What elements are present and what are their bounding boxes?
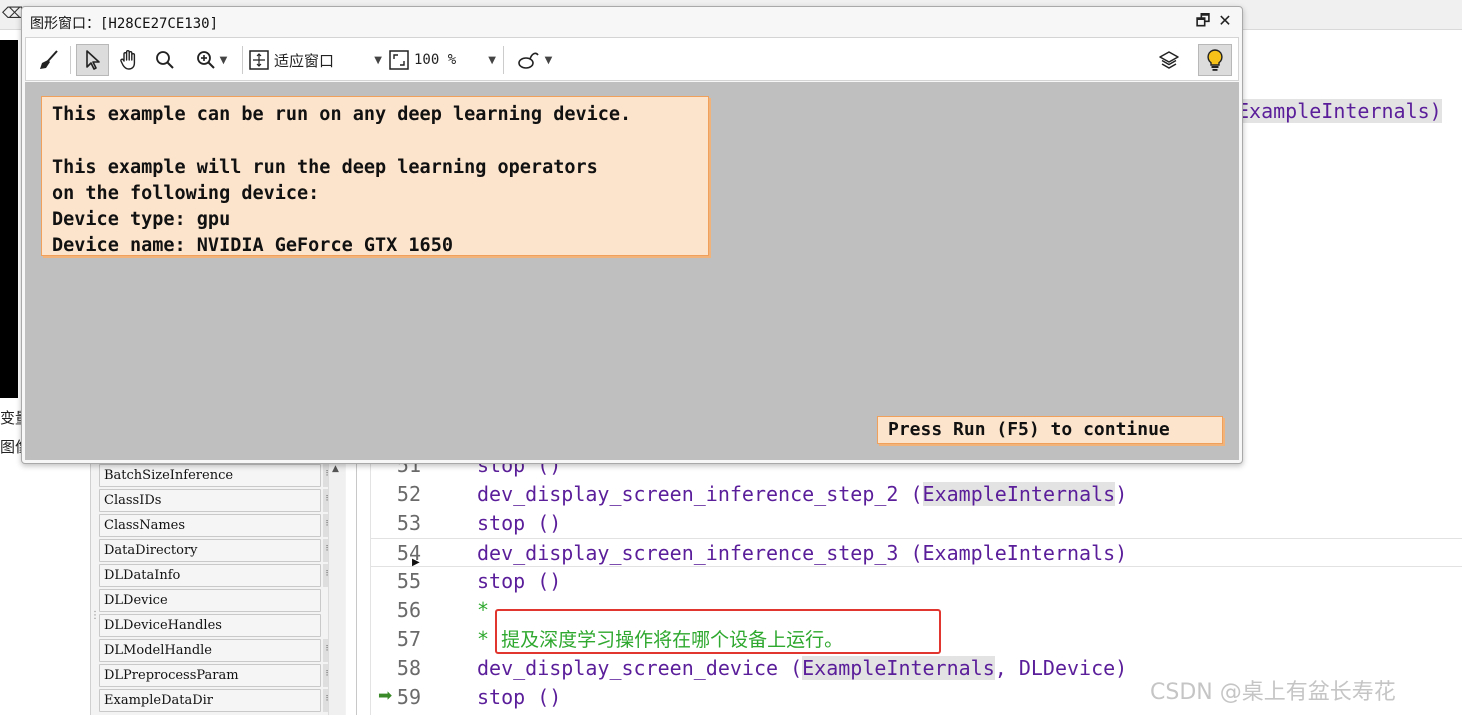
zoom-dropdown-button[interactable]: ▼ [186, 44, 236, 76]
continue-prompt: Press Run (F5) to continue [877, 416, 1223, 444]
code-partial-line: ExampleInternals) [1237, 99, 1442, 123]
toolbar-separator [503, 46, 504, 74]
code-line[interactable]: 52 dev_display_screen_inference_step_2 (E… [371, 480, 1462, 509]
variables-tab-label[interactable]: 变量 [0, 408, 22, 428]
variable-row[interactable]: DLDevice [99, 589, 321, 612]
message-line: Device type: gpu [52, 209, 231, 231]
line-number: 52 [396, 482, 421, 506]
magnify-button[interactable] [150, 44, 180, 76]
device-info-message: This example can be run on any deep lear… [41, 96, 709, 256]
layers-icon [1159, 51, 1179, 69]
select-pointer-button[interactable] [76, 44, 109, 76]
graphics-toolbar: ▼ 适应窗口 ▼ 100 % ▼ ▼ [25, 37, 1239, 81]
code-statement: dev_display_screen_device (ExampleIntern… [477, 654, 1127, 683]
pan-hand-button[interactable] [114, 44, 144, 76]
variable-row[interactable]: DLDataInfo [99, 564, 321, 587]
line-number: 55 [396, 569, 421, 593]
graphics-window: 图形窗口：[H28CE27CE130] 🗗 ✕ ▼ 适应窗口 ▼ 100 % ▼… [21, 6, 1243, 464]
highlighted-variable: ExampleInternals [802, 656, 995, 680]
graphics-canvas[interactable]: This example can be run on any deep lear… [25, 82, 1239, 460]
variable-row[interactable]: DataDirectory [99, 539, 321, 562]
zoom-level-dropdown[interactable]: 100 % ▼ [388, 44, 498, 76]
chevron-down-icon: ▼ [488, 54, 496, 66]
shape-draw-icon [517, 52, 539, 69]
chevron-down-icon: ▼ [544, 54, 553, 66]
toolbar-separator [70, 46, 71, 74]
variable-row[interactable]: DLModelHandle [99, 639, 321, 662]
code-text: , DLDevice) [994, 656, 1128, 680]
message-line: Device name: NVIDIA GeForce GTX 1650 [52, 235, 453, 257]
code-statement: dev_display_screen_inference_step_2 (Exa… [477, 480, 1127, 509]
code-line[interactable]: 55 stop () [371, 567, 1462, 596]
panel-divider[interactable] [356, 462, 357, 715]
fit-window-dropdown[interactable]: 适应窗口 ▼ [248, 44, 384, 76]
line-number: 57 [396, 627, 421, 651]
hint-lightbulb-button[interactable] [1198, 44, 1232, 76]
highlighted-variable: ExampleInternals [922, 482, 1116, 506]
code-statement: dev_display_screen_inference_step_3 (Exa… [477, 541, 1128, 565]
message-line: on the following device: [52, 182, 320, 204]
code-comment: * [477, 596, 489, 625]
annotation-highlight-box [495, 609, 941, 654]
fit-window-label: 适应窗口 [274, 51, 335, 70]
clear-broom-button[interactable] [34, 44, 64, 76]
variable-row[interactable]: ClassIDs [99, 489, 321, 512]
zoom-level-value: 100 % [414, 52, 457, 68]
graphics-preview-black [0, 40, 18, 398]
layers-button[interactable] [1154, 44, 1184, 76]
code-text: dev_display_screen_device ( [477, 656, 803, 680]
window-title: 图形窗口：[H28CE27CE130] [30, 16, 219, 32]
code-statement: stop () [477, 511, 562, 535]
insertion-cursor-marker: ▶ [412, 557, 420, 568]
code-text: dev_display_screen_inference_step_2 ( [477, 482, 923, 506]
code-statement: stop () [477, 685, 562, 709]
panel-resize-grip[interactable]: ⋮ [90, 610, 100, 630]
chevron-down-icon: ▼ [374, 54, 382, 66]
scroll-up-icon[interactable]: ▲ [332, 464, 339, 474]
hand-icon [120, 50, 136, 70]
variable-list-scrollbar[interactable]: ▲ [328, 462, 345, 715]
code-line[interactable]: 53 stop () [371, 509, 1462, 538]
message-line: This example will run the deep learning … [52, 156, 598, 178]
magnifier-icon [156, 51, 174, 69]
line-number: 53 [396, 511, 421, 535]
variable-row[interactable]: BatchSizeInference [99, 464, 321, 487]
fit-window-icon [249, 50, 269, 70]
line-number: 56 [396, 598, 421, 622]
line-number: 58 [396, 656, 421, 680]
lightbulb-icon [1207, 49, 1223, 71]
close-window-button[interactable]: ✕ [1215, 11, 1235, 31]
watermark: CSDN @桌上有盆长寿花 [1150, 680, 1396, 705]
program-counter-arrow-icon: ➡ [378, 686, 393, 706]
zoom-level-icon [389, 50, 409, 70]
pointer-icon [85, 50, 100, 70]
variable-row[interactable]: ClassNames [99, 514, 321, 537]
variable-row[interactable]: DLPreprocessParam [99, 664, 321, 687]
broom-icon[interactable]: ⌫ [2, 3, 23, 23]
image-tab-label[interactable]: 图像 [0, 437, 22, 457]
zoom-in-icon [196, 51, 215, 69]
comment-marker: * [477, 598, 490, 622]
variable-row[interactable]: DLDeviceHandles [99, 614, 321, 637]
chevron-down-icon: ▼ [219, 54, 228, 66]
toolbar-separator [242, 46, 243, 74]
code-statement: stop () [477, 569, 562, 593]
message-line [52, 128, 698, 154]
code-line[interactable]: 54 dev_display_screen_inference_step_3 (E… [371, 538, 1462, 567]
restore-window-button[interactable]: 🗗 [1193, 11, 1213, 31]
broom-icon [40, 50, 58, 69]
variable-row[interactable]: ExampleDataDir [99, 689, 321, 712]
message-line: This example can be run on any deep lear… [52, 104, 632, 125]
variable-list-panel: BatchSizeInference ⁝ ClassIDs ⁝ ClassNames ⁝ D… [90, 462, 346, 715]
code-text: ) [1115, 482, 1128, 506]
draw-mode-dropdown[interactable]: ▼ [510, 44, 558, 76]
